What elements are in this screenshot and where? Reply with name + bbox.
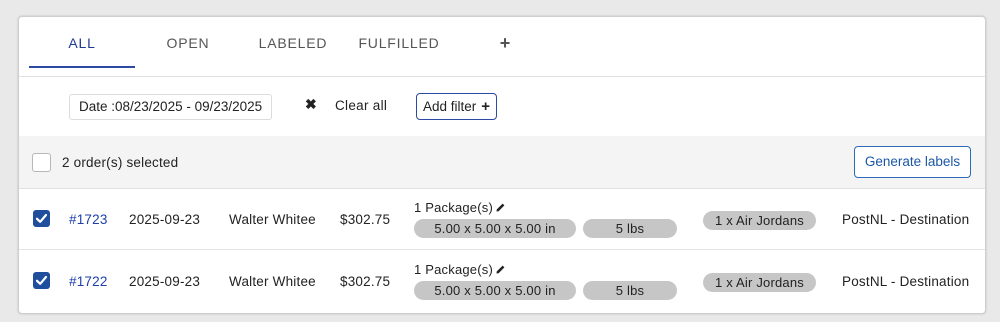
items-badge: 1 x Air Jordans: [703, 211, 816, 230]
order-number-link[interactable]: #1722: [69, 274, 108, 289]
order-number-link[interactable]: #1723: [69, 212, 108, 227]
carrier-name: PostNL - Destination: [842, 274, 970, 289]
selection-count: 2 order(s) selected: [62, 155, 179, 170]
select-all-checkbox[interactable]: [32, 153, 51, 172]
pencil-edit-icon[interactable]: [495, 263, 506, 278]
customer-name: Walter Whitee: [229, 274, 316, 289]
tab-fulfilled[interactable]: FULFILLED: [347, 17, 451, 69]
package-weight-badge: 5 lbs: [583, 281, 677, 300]
table-row[interactable]: #1722 2025-09-23 Walter Whitee $302.75 1…: [19, 251, 985, 312]
tab-open[interactable]: OPEN: [137, 17, 239, 69]
order-date: 2025-09-23: [129, 274, 201, 289]
checkmark-icon: [35, 275, 48, 285]
add-filter-label: Add filter: [423, 99, 477, 114]
package-count: 1 Package(s): [414, 200, 506, 216]
package-count-label: 1 Package(s): [414, 200, 493, 215]
order-total: $302.75: [340, 274, 391, 289]
date-filter-chip[interactable]: Date :08/23/2025 - 09/23/2025: [69, 94, 273, 120]
package-dimensions-badge: 5.00 x 5.00 x 5.00 in: [414, 281, 576, 300]
row-checkbox[interactable]: [33, 272, 50, 289]
row-checkbox[interactable]: [33, 210, 50, 227]
checkmark-icon: [35, 213, 48, 223]
package-dimensions-badge: 5.00 x 5.00 x 5.00 in: [414, 219, 576, 238]
tab-labeled[interactable]: LABELED: [241, 17, 345, 69]
order-date: 2025-09-23: [129, 212, 201, 227]
clear-all-button[interactable]: Clear all: [335, 98, 387, 113]
items-badge: 1 x Air Jordans: [703, 273, 816, 292]
pencil-edit-icon[interactable]: [495, 201, 506, 216]
tab-bar: ALL OPEN LABELED FULFILLED +: [19, 17, 985, 77]
table-row[interactable]: #1723 2025-09-23 Walter Whitee $302.75 1…: [19, 189, 985, 250]
add-filter-button[interactable]: Add filter +: [416, 93, 498, 120]
plus-icon: +: [481, 98, 491, 115]
tab-all[interactable]: ALL: [29, 17, 135, 69]
selection-bar: 2 order(s) selected Generate labels: [19, 136, 985, 189]
package-count-label: 1 Package(s): [414, 262, 493, 277]
carrier-name: PostNL - Destination: [842, 212, 970, 227]
order-total: $302.75: [340, 212, 391, 227]
package-count: 1 Package(s): [414, 262, 506, 278]
active-tab-indicator: [29, 66, 135, 68]
generate-labels-button[interactable]: Generate labels: [854, 146, 971, 178]
filter-bar: Date :08/23/2025 - 09/23/2025 ✖ Clear al…: [19, 78, 985, 136]
customer-name: Walter Whitee: [229, 212, 316, 227]
package-weight-badge: 5 lbs: [583, 219, 677, 238]
orders-panel: ALL OPEN LABELED FULFILLED + Date :08/23…: [18, 16, 986, 314]
clear-filter-close-icon[interactable]: ✖: [305, 96, 317, 113]
add-tab-plus-icon[interactable]: +: [493, 17, 517, 69]
